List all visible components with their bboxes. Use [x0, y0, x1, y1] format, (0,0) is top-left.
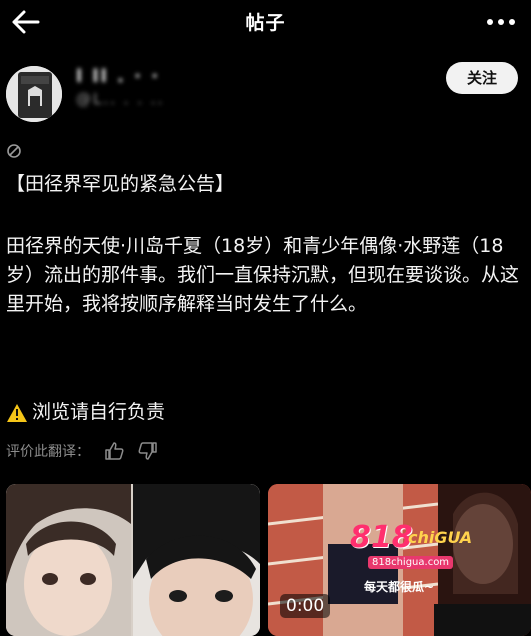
follow-button[interactable]: 关注 — [446, 62, 518, 94]
ad-slogan: 每天都很瓜~ — [364, 580, 435, 594]
book-avatar-icon — [6, 66, 62, 122]
thumbs-down-icon[interactable] — [138, 442, 158, 460]
ad-logo-818: 818 — [350, 520, 413, 555]
avatar[interactable] — [6, 66, 62, 122]
video-duration-badge: 0:00 — [280, 594, 331, 618]
author-name[interactable]: l ll . · · — [76, 66, 160, 88]
no-symbol-icon — [7, 144, 21, 158]
post-warning: 浏览请自行负责 — [6, 398, 526, 427]
warning-text: 浏览请自行负责 — [32, 401, 166, 423]
warning-icon — [7, 403, 27, 422]
ad-logo-chigua: chiGUA — [408, 528, 473, 547]
portrait-photo-illustration — [6, 484, 260, 636]
translate-label: 评价此翻译： — [6, 444, 90, 460]
post-body: 田径界的天使·川岛千夏（18岁）和青少年偶像·水野莲（18岁）流出的那件事。我们… — [6, 235, 520, 315]
translate-rating: 评价此翻译： — [6, 440, 158, 462]
top-bar: 帖子 — [0, 0, 531, 46]
page-title: 帖子 — [245, 12, 286, 34]
ad-url: 818chigua.com — [368, 556, 454, 569]
media-image-left[interactable] — [6, 484, 260, 636]
author-handle: @L.. . . .. — [76, 90, 165, 108]
post-headline: 【田径界罕见的紧急公告】 — [6, 173, 235, 195]
more-options-icon[interactable] — [485, 12, 517, 32]
thumbs-up-icon[interactable] — [104, 442, 124, 460]
media-video-right[interactable]: 818 chiGUA 818chigua.com 每天都很瓜~ 0:00 — [268, 484, 531, 636]
